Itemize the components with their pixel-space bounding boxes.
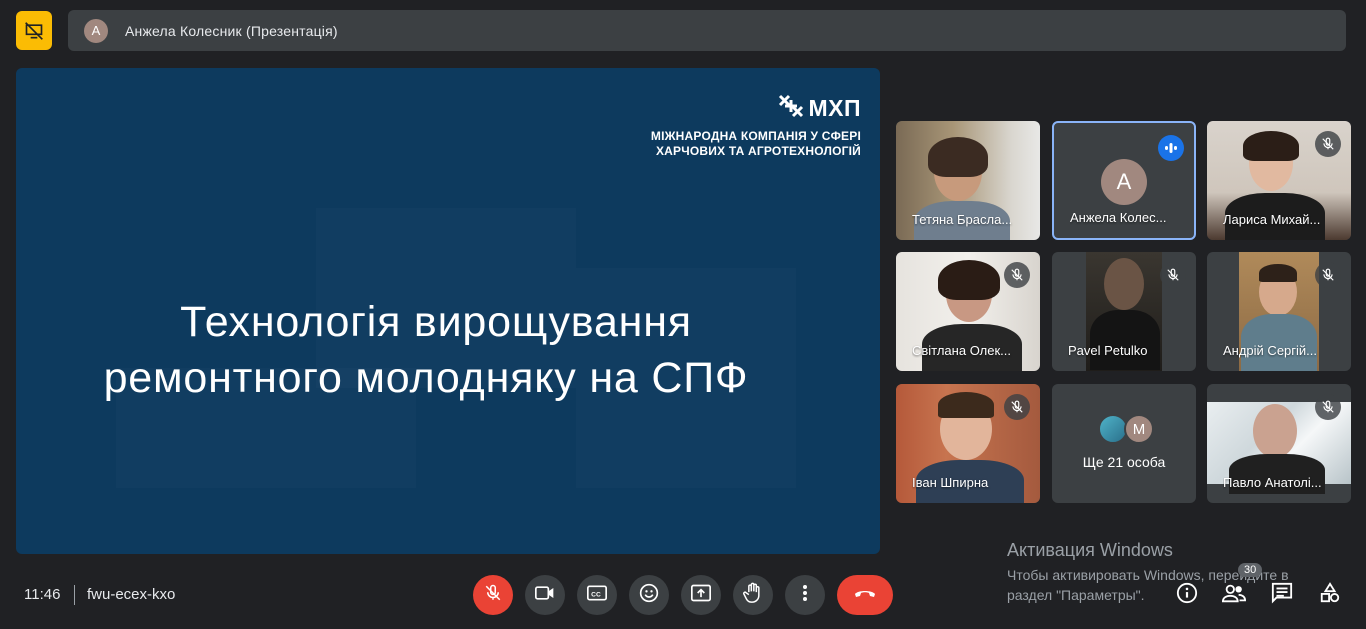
call-end-icon [853, 586, 877, 604]
mic-off-icon [1315, 262, 1341, 288]
participant-name: Павло Анатолі... [1223, 475, 1322, 490]
participant-tile[interactable]: Павло Анатолі... [1207, 384, 1351, 503]
more-participants-avatars: M [1098, 414, 1154, 444]
brand-line-2: ХАРЧОВИХ ТА АГРОТЕХНОЛОГІЙ [655, 144, 861, 158]
svg-text:CC: CC [591, 591, 601, 598]
more-vert-icon [802, 584, 808, 607]
slide-title-line-2: ремонтного молодняку на СПФ [103, 354, 749, 402]
closed-captions-icon: CC [587, 585, 607, 606]
emoji-icon [639, 583, 659, 608]
camera-toggle-button[interactable] [525, 575, 565, 615]
info-icon [1176, 582, 1198, 609]
presenter-label: Анжела Колесник (Презентація) [125, 22, 338, 39]
slide-title: Технологія вирощування ремонтного молодн… [16, 294, 836, 406]
participant-name: Лариса Михай... [1223, 212, 1321, 227]
participant-name: Іван Шпирна [912, 475, 989, 490]
mic-off-icon [1004, 394, 1030, 420]
participants-button[interactable] [1221, 582, 1247, 608]
leave-call-button[interactable] [837, 575, 893, 615]
speaking-indicator-icon [1158, 135, 1184, 161]
participant-name: Pavel Petulko [1068, 343, 1148, 358]
presenter-avatar: А [84, 18, 108, 43]
participant-tile[interactable]: Світлана Олек... [896, 252, 1040, 371]
participants-count-badge: 30 [1238, 563, 1263, 577]
participant-tile[interactable]: Іван Шпирна [896, 384, 1040, 503]
shared-slide: МХП МІЖНАРОДНА КОМПАНІЯ У СФЕРІ ХАРЧОВИХ… [16, 68, 880, 554]
emoji-reactions-button[interactable] [629, 575, 669, 615]
presenter-bar[interactable]: А Анжела Колесник (Презентація) [68, 10, 1346, 51]
mic-off-icon [484, 584, 502, 607]
participant-name: Андрій Сергій... [1223, 343, 1318, 358]
raise-hand-button[interactable] [733, 575, 773, 615]
presentation-icon[interactable] [16, 11, 52, 50]
present-to-all-icon [691, 584, 711, 607]
mic-off-icon [1004, 262, 1030, 288]
videocam-icon [535, 585, 555, 606]
mic-off-icon [1315, 394, 1341, 420]
more-options-button[interactable] [785, 575, 825, 615]
mic-off-icon [1160, 262, 1186, 288]
more-participants-tile[interactable]: M Ще 21 особа [1052, 384, 1196, 503]
meeting-time: 11:46 [24, 586, 61, 603]
activation-title: Активация Windows [1007, 540, 1173, 560]
people-icon [1221, 583, 1247, 608]
participant-tile[interactable]: Лариса Михай... [1207, 121, 1351, 240]
mic-off-icon [1315, 131, 1341, 157]
microphone-toggle-button[interactable] [473, 575, 513, 615]
divider [74, 585, 75, 605]
brand-block: МХП МІЖНАРОДНА КОМПАНІЯ У СФЕРІ ХАРЧОВИХ… [651, 94, 861, 159]
brand-line-1: МІЖНАРОДНА КОМПАНІЯ У СФЕРІ [650, 129, 861, 143]
more-participants-label: Ще 21 особа [1082, 454, 1166, 470]
hand-icon [743, 582, 763, 609]
windmill-logo-icon [778, 94, 804, 123]
participant-tile-active[interactable]: А Анжела Колес... [1052, 121, 1196, 240]
chat-button[interactable] [1269, 582, 1295, 608]
slide-title-line-1: Технологія вирощування [180, 298, 692, 346]
participant-name: Світлана Олек... [912, 343, 1011, 358]
meeting-code[interactable]: fwu-ecex-kxo [87, 586, 175, 603]
participant-tile[interactable]: Андрій Сергій... [1207, 252, 1351, 371]
participant-name: Анжела Колес... [1070, 210, 1167, 225]
captions-button[interactable]: CC [577, 575, 617, 615]
participant-tile[interactable]: Pavel Petulko [1052, 252, 1196, 371]
activities-button[interactable] [1317, 581, 1343, 609]
participant-name: Тетяна Брасла... [912, 212, 1013, 227]
chat-icon [1271, 582, 1293, 609]
meeting-details-button[interactable] [1174, 582, 1200, 608]
brand-name: МХП [808, 95, 861, 121]
activities-icon [1319, 581, 1341, 609]
participant-avatar: А [1101, 159, 1147, 205]
participant-letter-avatar: M [1124, 414, 1154, 444]
present-screen-button[interactable] [681, 575, 721, 615]
participant-tile[interactable]: Тетяна Брасла... [896, 121, 1040, 240]
